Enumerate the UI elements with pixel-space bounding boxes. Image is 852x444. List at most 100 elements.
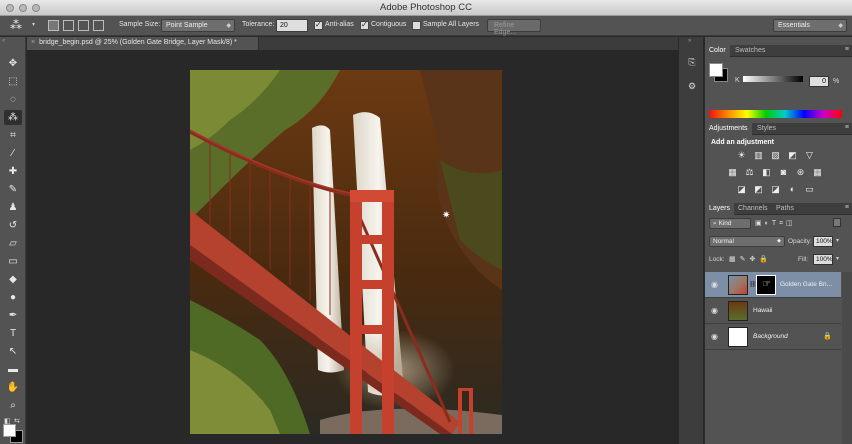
blend-mode-select[interactable]: Normal ◆ <box>709 236 785 247</box>
k-value-input[interactable]: 0 <box>809 76 829 87</box>
opacity-input[interactable]: 100% <box>813 236 833 247</box>
hand-tool-icon[interactable]: ✋ <box>4 380 22 395</box>
clone-stamp-tool-icon[interactable]: ♟ <box>4 200 22 215</box>
new-selection-icon[interactable] <box>48 20 59 31</box>
sample-size-select[interactable]: Point Sample ◆ <box>161 19 235 32</box>
contiguous-checkbox[interactable] <box>360 20 369 30</box>
invert-icon[interactable]: ◪ <box>736 185 747 194</box>
gradient-tool-icon[interactable]: ▭ <box>4 254 22 269</box>
history-panel-icon[interactable]: ⎘ <box>684 54 700 70</box>
right-panels: Color Swatches ≡ K 0 % Adjustments Style… <box>705 37 852 444</box>
expand-dock-icon[interactable]: » <box>688 38 691 44</box>
anti-alias-label: Anti-alias <box>325 21 354 28</box>
color-balance-icon[interactable]: ⚖ <box>744 168 755 177</box>
fill-input[interactable]: 100% <box>813 254 833 265</box>
shape-tool-icon[interactable]: ▬ <box>4 362 22 377</box>
levels-icon[interactable]: ▥ <box>753 151 764 160</box>
k-slider[interactable] <box>743 76 803 82</box>
type-tool-icon[interactable]: T <box>4 326 22 341</box>
layer-name: Background <box>753 333 788 340</box>
tab-styles[interactable]: Styles <box>753 123 780 135</box>
panel-menu-icon[interactable]: ≡ <box>845 204 849 211</box>
fill-dropdown-icon[interactable]: ▾ <box>836 255 839 262</box>
layer-filter-select[interactable]: ⌕ Kind <box>709 218 751 229</box>
tab-paths[interactable]: Paths <box>772 203 798 215</box>
chevron-updown-icon: ◆ <box>838 23 843 29</box>
workspace-value: Essentials <box>778 22 810 29</box>
subtract-from-selection-icon[interactable] <box>78 20 89 31</box>
visibility-eye-icon[interactable]: ◉ <box>711 332 718 341</box>
document-canvas[interactable]: ✷ <box>190 70 502 434</box>
eyedropper-tool-icon[interactable]: ⁄ <box>4 146 22 161</box>
layer-filter-type-icons[interactable]: ▣◐T⌗◫ <box>755 219 796 228</box>
color-spectrum-bar[interactable] <box>709 110 842 118</box>
tolerance-input[interactable]: 20 <box>276 19 308 32</box>
add-to-selection-icon[interactable] <box>63 20 74 31</box>
brush-tool-icon[interactable]: ✎ <box>4 182 22 197</box>
color-lookup-icon[interactable]: ▦ <box>812 168 823 177</box>
color-panel-fg-swatch[interactable] <box>709 63 723 77</box>
color-panel-tabs: Color Swatches ≡ <box>705 45 852 57</box>
path-selection-tool-icon[interactable]: ↖ <box>4 344 22 359</box>
sample-all-layers-checkbox[interactable] <box>412 21 421 30</box>
healing-brush-tool-icon[interactable]: ✚ <box>4 164 22 179</box>
eraser-tool-icon[interactable]: ▱ <box>4 236 22 251</box>
zoom-tool-icon[interactable]: ⌕ <box>4 398 22 413</box>
hue-saturation-icon[interactable]: ▦ <box>727 168 738 177</box>
document-tab-bar: × bridge_begin.psd @ 25% (Golden Gate Bri… <box>27 37 678 50</box>
visibility-eye-icon[interactable]: ◉ <box>711 280 718 289</box>
lasso-tool-icon[interactable]: ◌ <box>4 92 22 107</box>
tool-preset-dropdown-icon[interactable]: ▾ <box>32 21 35 28</box>
panel-menu-icon[interactable]: ≡ <box>845 124 849 131</box>
layer-row-background[interactable]: ◉ Background 🔒 <box>705 324 841 350</box>
curves-icon[interactable]: ▨ <box>770 151 781 160</box>
threshold-icon[interactable]: ◪ <box>770 185 781 194</box>
lock-options-icons[interactable]: ▦✎✥🔒 <box>729 255 772 263</box>
layer-row-golden-gate-bridge[interactable]: ◉ ⛓ ☞ Golden Gate Bri... <box>705 272 841 298</box>
layer-row-hawaii[interactable]: ◉ Hawaii <box>705 298 841 324</box>
magic-wand-tool-preset-icon[interactable]: ⁂ <box>10 18 22 32</box>
marquee-tool-icon[interactable]: ⬚ <box>4 74 22 89</box>
channel-mixer-icon[interactable]: ⊛ <box>795 168 806 177</box>
tab-adjustments[interactable]: Adjustments <box>705 123 752 135</box>
layers-panel-tabs: Layers Channels Paths ≡ <box>705 203 852 215</box>
posterize-icon[interactable]: ◩ <box>753 185 764 194</box>
photo-filter-icon[interactable]: ◙ <box>778 168 789 177</box>
brightness-contrast-icon[interactable]: ☀ <box>736 151 747 160</box>
intersect-selection-icon[interactable] <box>93 20 104 31</box>
gradient-map-icon[interactable]: ▭ <box>804 185 815 194</box>
k-unit-label: % <box>833 78 840 85</box>
tab-swatches[interactable]: Swatches <box>731 45 769 57</box>
vibrance-icon[interactable]: ▽ <box>804 151 815 160</box>
visibility-eye-icon[interactable]: ◉ <box>711 306 718 315</box>
collapse-tools-icon[interactable]: « <box>2 38 5 44</box>
layer-thumbnail <box>728 301 748 321</box>
tab-color[interactable]: Color <box>705 45 730 57</box>
black-white-icon[interactable]: ◧ <box>761 168 772 177</box>
panel-menu-icon[interactable]: ≡ <box>845 46 849 53</box>
blur-tool-icon[interactable]: ◆ <box>4 272 22 287</box>
workspace-select[interactable]: Essentials ◆ <box>773 19 847 32</box>
tab-channels[interactable]: Channels <box>734 203 772 215</box>
opacity-label: Opacity: <box>788 238 812 245</box>
move-tool-icon[interactable]: ✥ <box>4 56 22 71</box>
opacity-dropdown-icon[interactable]: ▾ <box>836 237 839 244</box>
history-brush-tool-icon[interactable]: ↺ <box>4 218 22 233</box>
magic-wand-tool-icon[interactable]: ⁂ <box>4 110 22 125</box>
anti-alias-checkbox[interactable] <box>314 20 323 30</box>
layer-mask-thumbnail[interactable]: ☞ <box>756 275 776 295</box>
dodge-tool-icon[interactable]: ● <box>4 290 22 305</box>
selective-color-icon[interactable]: ◐ <box>787 185 798 194</box>
tab-layers[interactable]: Layers <box>705 203 735 215</box>
crop-tool-icon[interactable]: ⌗ <box>4 128 22 143</box>
chevron-updown-icon: ◆ <box>777 238 781 244</box>
filter-toggle-icon[interactable] <box>833 218 841 227</box>
properties-panel-icon[interactable]: ⚙ <box>684 78 700 94</box>
foreground-color-swatch[interactable] <box>3 424 16 437</box>
layers-scrollbar[interactable] <box>842 272 852 444</box>
pen-tool-icon[interactable]: ✒ <box>4 308 22 323</box>
document-tab[interactable]: × bridge_begin.psd @ 25% (Golden Gate Bri… <box>27 37 259 50</box>
refine-edge-button[interactable]: Refine Edge... <box>487 19 541 36</box>
exposure-icon[interactable]: ◩ <box>787 151 798 160</box>
close-tab-icon[interactable]: × <box>31 39 35 46</box>
